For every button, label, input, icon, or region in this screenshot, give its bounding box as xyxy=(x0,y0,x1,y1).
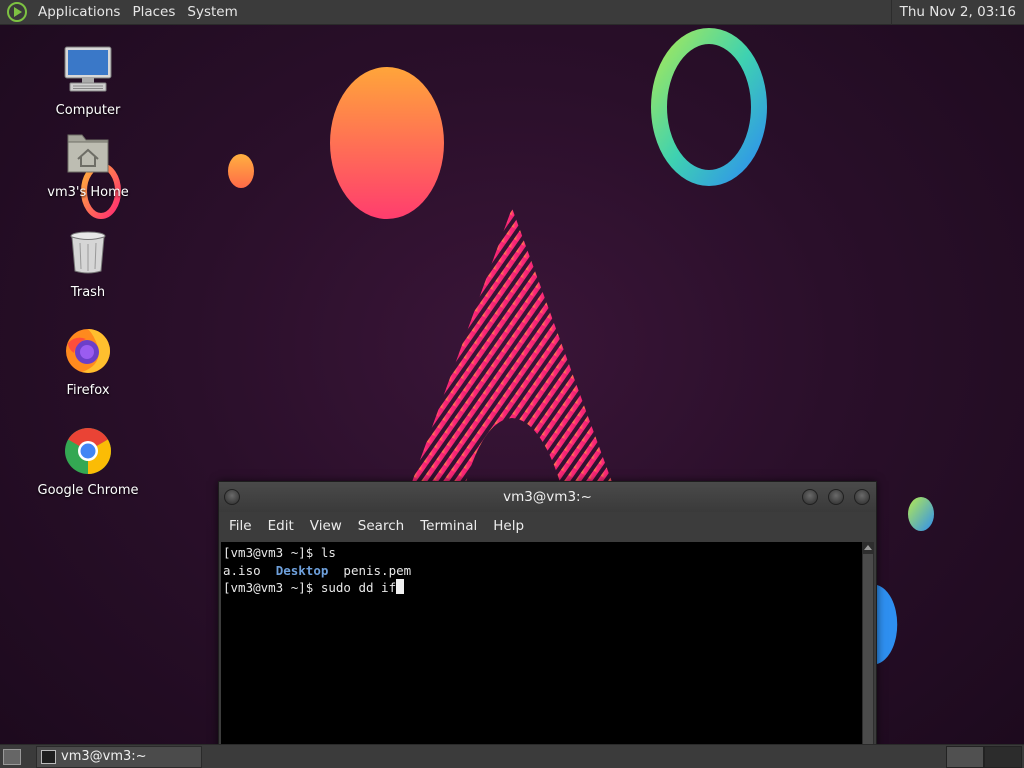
scrollbar-thumb[interactable] xyxy=(863,554,873,768)
terminal-scrollbar[interactable] xyxy=(862,542,874,768)
window-menu-button[interactable] xyxy=(224,489,240,505)
bottom-panel: vm3@vm3:~ xyxy=(0,744,1024,768)
terminal-output[interactable]: [vm3@vm3 ~]$ ls a.iso Desktop penis.pem … xyxy=(221,542,862,768)
menu-file[interactable]: File xyxy=(221,512,260,540)
workspace-2[interactable] xyxy=(984,746,1022,768)
desktop-icon-label: Google Chrome xyxy=(37,483,139,498)
terminal-icon xyxy=(41,750,56,764)
top-panel: Applications Places System Thu Nov 2, 03… xyxy=(0,0,1024,25)
file-name: penis.pem xyxy=(328,562,412,578)
desktop-icon-home[interactable]: vm3's Home xyxy=(28,127,148,200)
menu-terminal[interactable]: Terminal xyxy=(412,512,485,540)
places-menu[interactable]: Places xyxy=(126,0,181,25)
taskbar-item-terminal[interactable]: vm3@vm3:~ xyxy=(36,746,202,768)
desktop-icon-firefox[interactable]: Firefox xyxy=(28,325,148,398)
desktop-icon-computer[interactable]: Computer xyxy=(28,45,148,118)
shell-prompt: [vm3@vm3 ~]$ xyxy=(223,545,321,560)
desktop-icon-label: Trash xyxy=(70,285,106,300)
applications-menu[interactable]: Applications xyxy=(32,0,126,25)
computer-icon xyxy=(64,46,112,92)
firefox-icon xyxy=(66,329,110,373)
distro-logo-icon[interactable] xyxy=(6,1,28,23)
show-desktop-icon[interactable] xyxy=(3,749,21,765)
terminal-window[interactable]: vm3@vm3:~ File Edit View Search Terminal… xyxy=(218,481,877,768)
desktop-icon-label: Firefox xyxy=(66,383,110,398)
home-folder-icon xyxy=(67,134,109,173)
terminal-line: a.iso Desktop penis.pem xyxy=(223,562,862,580)
file-name: a.iso xyxy=(223,562,276,578)
desktop-icon-trash[interactable]: Trash xyxy=(28,227,148,300)
window-title: vm3@vm3:~ xyxy=(503,489,592,505)
system-menu[interactable]: System xyxy=(181,0,243,25)
chrome-icon xyxy=(65,428,111,474)
clock[interactable]: Thu Nov 2, 03:16 xyxy=(890,0,1024,25)
workspace-1[interactable] xyxy=(946,746,984,768)
scroll-up-arrow-icon[interactable] xyxy=(864,545,872,550)
maximize-button[interactable] xyxy=(828,489,844,505)
command-text: sudo dd if xyxy=(320,580,397,595)
shell-prompt: [vm3@vm3 ~]$ xyxy=(223,580,321,595)
desktop-icon-label: vm3's Home xyxy=(47,185,129,200)
terminal-line: [vm3@vm3 ~]$ sudo dd if xyxy=(223,579,862,597)
menu-view[interactable]: View xyxy=(302,512,350,540)
close-button[interactable] xyxy=(854,489,870,505)
menu-help[interactable]: Help xyxy=(485,512,532,540)
text-cursor xyxy=(396,579,405,594)
directory-name: Desktop xyxy=(275,562,329,578)
menu-search[interactable]: Search xyxy=(350,512,412,540)
terminal-line: [vm3@vm3 ~]$ ls xyxy=(223,544,862,562)
terminal-menubar: File Edit View Search Terminal Help xyxy=(219,512,876,540)
menu-edit[interactable]: Edit xyxy=(260,512,302,540)
minimize-button[interactable] xyxy=(802,489,818,505)
desktop-icon-label: Computer xyxy=(55,103,121,118)
desktop-icon-chrome[interactable]: Google Chrome xyxy=(28,425,148,498)
terminal-title-bar[interactable]: vm3@vm3:~ xyxy=(219,482,876,512)
command-text: ls xyxy=(320,545,336,560)
trash-icon xyxy=(70,231,106,274)
taskbar-item-label: vm3@vm3:~ xyxy=(61,749,147,764)
